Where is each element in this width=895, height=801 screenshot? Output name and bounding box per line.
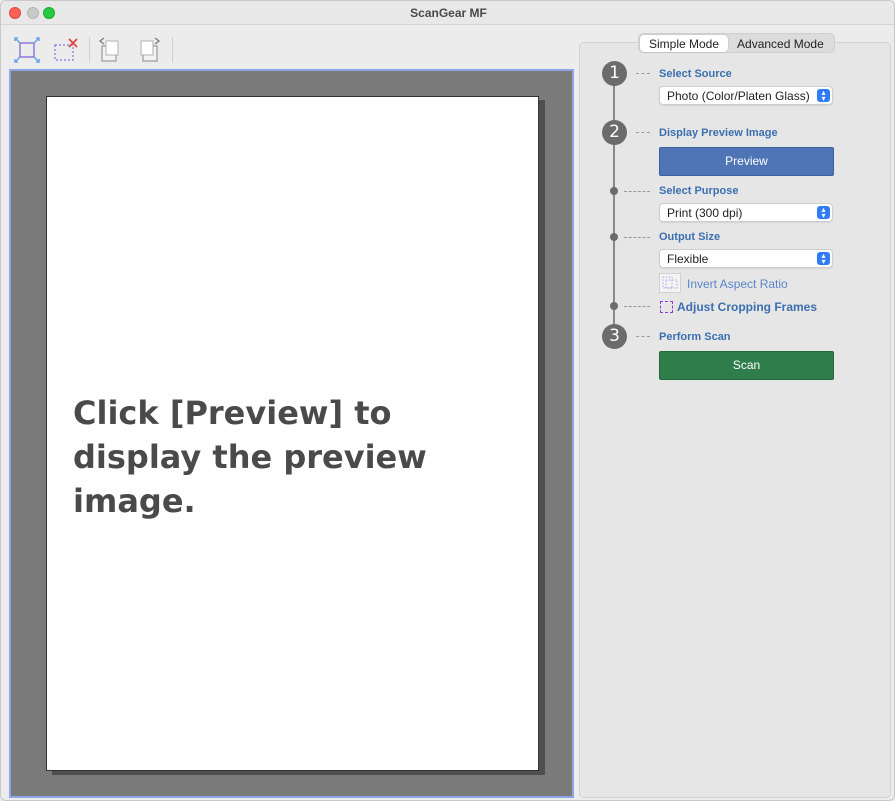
select-purpose-label: Select Purpose (659, 185, 739, 197)
step-dash (636, 73, 650, 74)
rotate-right-icon (140, 37, 161, 62)
window-title: ScanGear MF (410, 6, 487, 20)
toolbar-separator (172, 37, 173, 63)
output-size-label: Output Size (659, 231, 721, 243)
chevron-updown-icon: ▴ ▾ (817, 89, 830, 103)
step-dash (624, 306, 650, 307)
preview-area[interactable]: Click [Preview] to display the preview i… (9, 69, 574, 798)
select-purpose-value: Print (300 dpi) (667, 206, 743, 220)
chevron-updown-icon: ▴ ▾ (817, 252, 830, 266)
step-dash (636, 132, 650, 133)
step-dash (624, 237, 650, 238)
output-size-value: Flexible (667, 252, 709, 266)
toolbar-separator (89, 37, 90, 63)
preview-button[interactable]: Preview (659, 147, 834, 176)
remove-crop-frame-icon (54, 38, 78, 61)
preview-paper: Click [Preview] to display the preview i… (46, 96, 539, 771)
display-preview-label: Display Preview Image (659, 127, 778, 139)
rotate-left-button[interactable] (95, 35, 125, 65)
auto-crop-button[interactable] (12, 35, 42, 65)
invert-aspect-ratio-label[interactable]: Invert Aspect Ratio (687, 277, 788, 291)
select-source-value: Photo (Color/Platen Glass) (667, 89, 810, 103)
substep-dot (610, 187, 618, 195)
perform-scan-label: Perform Scan (659, 331, 731, 343)
adjust-cropping-frames-link[interactable]: Adjust Cropping Frames (677, 300, 817, 314)
substep-dot (610, 302, 618, 310)
title-bar: ScanGear MF (1, 1, 894, 25)
scangear-window: ScanGear MF Click [Preview] to display t… (0, 0, 895, 801)
step-2-badge: 2 (602, 120, 627, 145)
preview-message: Click [Preview] to display the preview i… (73, 394, 427, 520)
select-purpose-dropdown[interactable]: Print (300 dpi) ▴ ▾ (659, 203, 833, 222)
rotate-right-button[interactable] (134, 35, 164, 65)
scan-button[interactable]: Scan (659, 351, 834, 380)
crop-frame-icon (660, 301, 673, 313)
step-dash (636, 336, 650, 337)
auto-crop-icon (14, 37, 40, 63)
substep-dot (610, 233, 618, 241)
step-3-badge: 3 (602, 324, 627, 349)
chevron-updown-icon: ▴ ▾ (817, 206, 830, 220)
step-dash (624, 191, 650, 192)
invert-aspect-ratio-icon (662, 276, 678, 289)
step-connector-line (613, 74, 615, 336)
remove-crop-frame-button[interactable] (51, 35, 81, 65)
mode-switcher: Simple Mode Advanced Mode (638, 33, 835, 53)
tab-advanced-mode[interactable]: Advanced Mode (728, 35, 833, 52)
rotate-left-icon (98, 37, 119, 62)
select-source-label: Select Source (659, 68, 732, 80)
invert-aspect-ratio-button[interactable] (659, 273, 681, 293)
select-source-dropdown[interactable]: Photo (Color/Platen Glass) ▴ ▾ (659, 86, 833, 105)
tab-simple-mode[interactable]: Simple Mode (640, 35, 729, 52)
step-1-badge: 1 (602, 61, 627, 86)
output-size-dropdown[interactable]: Flexible ▴ ▾ (659, 249, 833, 268)
